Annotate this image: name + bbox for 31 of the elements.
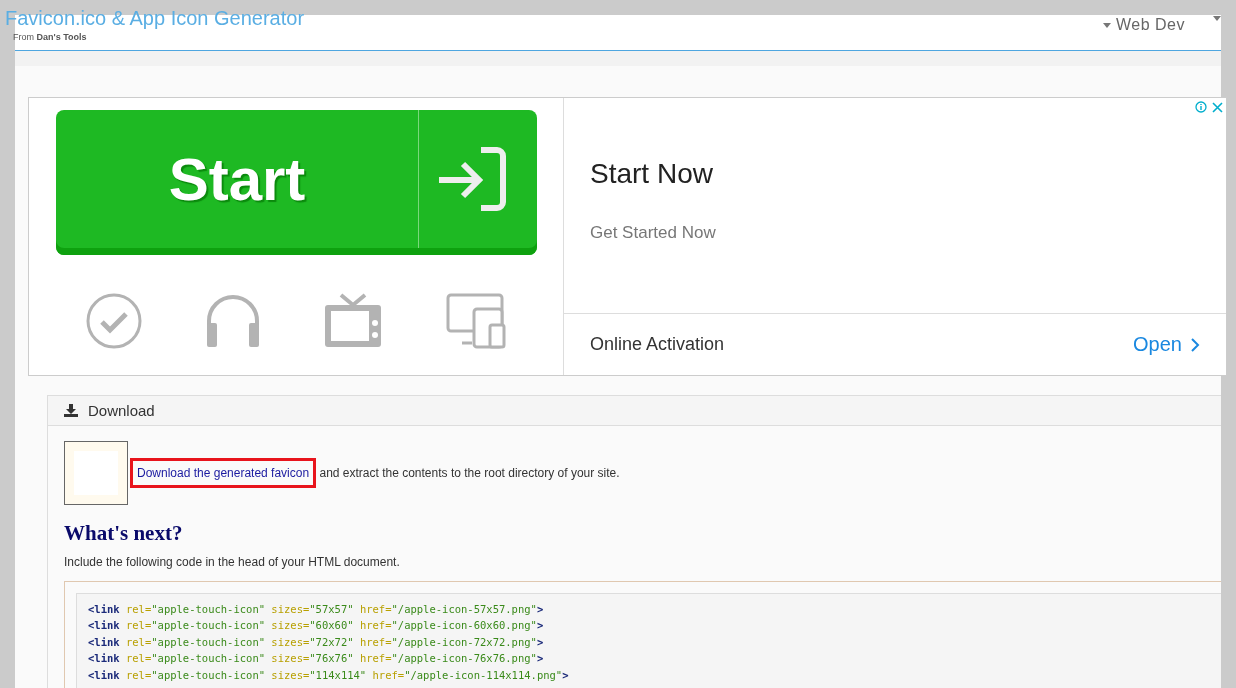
- nav-menu[interactable]: [1213, 16, 1221, 21]
- ad-subline: Get Started Now: [590, 223, 717, 243]
- caret-icon: [1103, 22, 1111, 28]
- site-subtitle: From Dan's Tools: [13, 32, 88, 42]
- download-instruction: and extract the contents to the root directory of your site.: [319, 466, 620, 480]
- start-button[interactable]: Start: [56, 110, 537, 255]
- check-circle-icon: [86, 293, 142, 349]
- caret-icon: [1213, 16, 1221, 21]
- ad-label: Online Activation: [590, 334, 725, 355]
- section-heading: What's next?: [64, 521, 184, 546]
- ad-headline: Start Now: [590, 158, 714, 190]
- enter-icon: [437, 144, 507, 214]
- tv-icon: [323, 293, 384, 349]
- code-line: <link rel="apple-touch-icon" sizes="57x57" href="/apple-icon-57x57.png">: [88, 602, 545, 617]
- open-link[interactable]: Open: [1133, 333, 1200, 356]
- download-link[interactable]: Download the generated favicon: [130, 458, 317, 488]
- code-line: <link rel="apple-touch-icon" sizes="76x76" href="/apple-icon-76x76.png">: [88, 651, 545, 667]
- panel-heading: Download: [88, 402, 155, 419]
- close-icon[interactable]: [1212, 101, 1223, 113]
- code-line: <link rel="apple-touch-icon" sizes="72x72" href="/apple-icon-72x72.png">: [88, 634, 545, 650]
- site-title[interactable]: Favicon.ico & App Icon Generator: [5, 6, 305, 30]
- headphones-icon: [204, 293, 261, 349]
- code-line: <link rel="apple-touch-icon" sizes="60x60" href="/apple-icon-60x60.png">: [88, 618, 545, 634]
- favicon-preview: [64, 441, 128, 505]
- chevron-icon: [1190, 336, 1200, 353]
- download-icon: [64, 404, 78, 417]
- code-line: <link rel="apple-touch-icon" sizes="114x114" href="/apple-icon-114x114.png">: [88, 667, 570, 683]
- instruction-text: Include the following code in the head of your HTML document.: [64, 555, 401, 569]
- devices-icon: [445, 293, 506, 349]
- nav-menu[interactable]: Web Dev: [1103, 16, 1185, 34]
- info-icon[interactable]: [1195, 101, 1207, 113]
